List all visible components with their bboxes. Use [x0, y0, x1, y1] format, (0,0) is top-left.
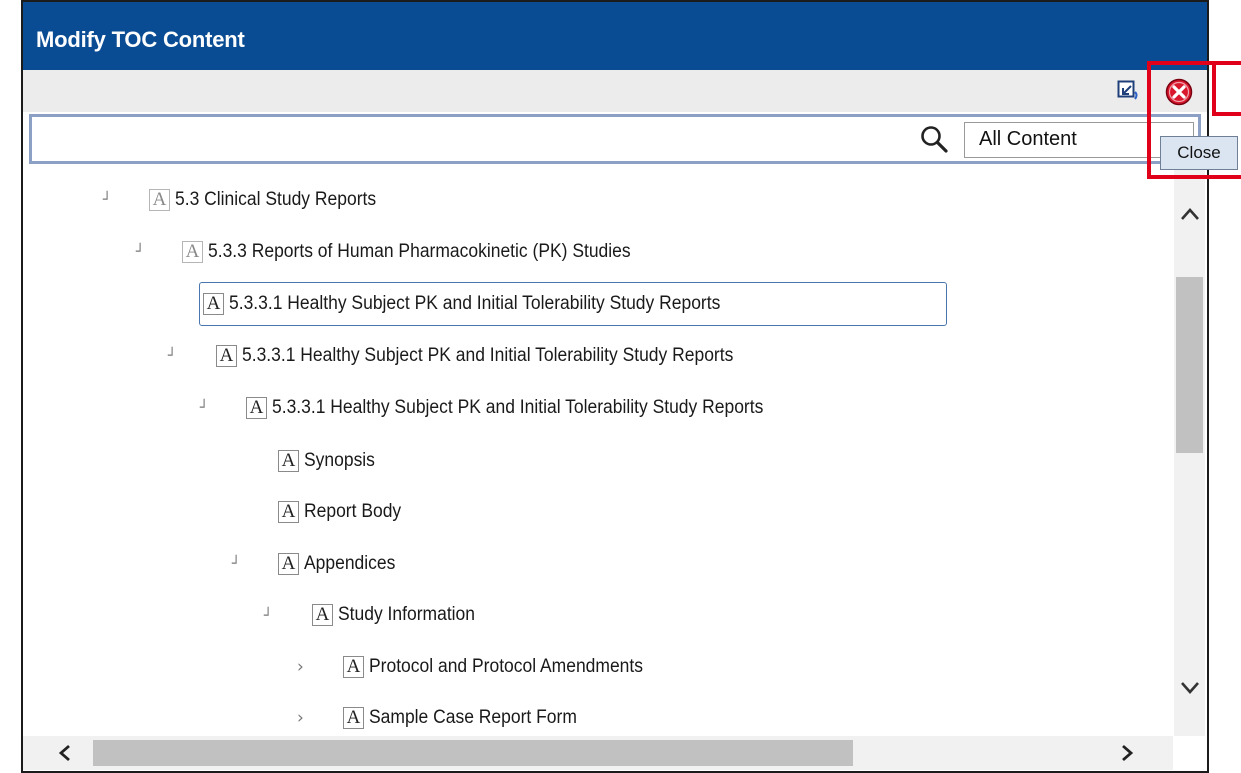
tree-node[interactable]: A Report Body [278, 495, 410, 529]
dialog-toolbar [23, 70, 1207, 112]
node-type-icon: A [216, 345, 237, 367]
tree-node-label: 5.3.3.1 Healthy Subject PK and Initial T… [229, 293, 721, 314]
vertical-scroll-thumb[interactable] [1176, 277, 1203, 453]
vertical-scrollbar[interactable] [1174, 170, 1205, 736]
tree-node[interactable]: A Protocol and Protocol Amendments [343, 650, 667, 684]
tree-node-selected[interactable]: A 5.3.3.1 Healthy Subject PK and Initial… [199, 282, 947, 326]
node-type-icon: A [343, 656, 364, 678]
collapsed-chevron-icon[interactable]: › [297, 657, 304, 677]
tree-node[interactable]: A Sample Case Report Form [343, 701, 595, 735]
search-input[interactable] [32, 117, 912, 161]
expanded-twisty-icon[interactable]: ┘ [136, 244, 144, 260]
expanded-twisty-icon[interactable]: ┘ [200, 400, 208, 416]
horizontal-scrollbar[interactable] [23, 736, 1173, 770]
scroll-up-icon[interactable] [1179, 204, 1201, 224]
close-tooltip: Close [1160, 136, 1238, 170]
tree-node-label: Report Body [304, 501, 402, 522]
expanded-twisty-icon[interactable]: ┘ [232, 556, 240, 572]
tree-node[interactable]: A Study Information [312, 598, 487, 632]
node-type-icon: A [278, 553, 299, 575]
annotation-highlight-pointer [1212, 112, 1241, 116]
scroll-left-icon[interactable] [55, 743, 75, 763]
node-type-icon: A [278, 501, 299, 523]
expanded-twisty-icon[interactable]: ┘ [103, 192, 111, 208]
tree-node[interactable]: A Synopsis [278, 444, 381, 478]
modify-toc-dialog: Modify TOC Content All Content ┘ A 5.3 C… [21, 0, 1209, 773]
tree-node-label: 5.3.3 Reports of Human Pharmacokinetic (… [208, 241, 631, 262]
node-type-icon: A [343, 707, 364, 729]
background-page-edge [0, 0, 22, 773]
tree-node-label: 5.3 Clinical Study Reports [175, 189, 377, 210]
node-type-icon: A [246, 397, 267, 419]
node-type-icon: A [203, 293, 224, 315]
scroll-down-icon[interactable] [1179, 678, 1201, 698]
search-bar: All Content [29, 114, 1201, 164]
tree-node-label: Protocol and Protocol Amendments [369, 656, 644, 677]
tree-node-label: 5.3.3.1 Healthy Subject PK and Initial T… [272, 397, 764, 418]
tree-node[interactable]: A 5.3.3.1 Healthy Subject PK and Initial… [246, 391, 806, 425]
restore-window-icon[interactable] [1117, 80, 1139, 102]
tree-node[interactable]: A 5.3.3.1 Healthy Subject PK and Initial… [216, 339, 776, 373]
horizontal-scroll-thumb[interactable] [93, 740, 853, 766]
tree-node-label: Study Information [338, 604, 476, 625]
tree-node[interactable]: A Appendices [278, 547, 403, 581]
annotation-highlight-edge [1212, 61, 1216, 116]
dialog-title: Modify TOC Content [36, 27, 245, 52]
expanded-twisty-icon[interactable]: ┘ [168, 348, 176, 364]
tree-node[interactable]: A 5.3.3 Reports of Human Pharmacokinetic… [182, 235, 667, 269]
content-filter-value: All Content [979, 128, 1077, 150]
tree-node-label: Appendices [304, 553, 396, 574]
tree-node[interactable]: A 5.3 Clinical Study Reports [149, 183, 394, 217]
node-type-icon: A [278, 450, 299, 472]
tree-node-label: 5.3.3.1 Healthy Subject PK and Initial T… [242, 345, 734, 366]
screen: Modify TOC Content All Content ┘ A 5.3 C… [0, 0, 1241, 773]
node-type-icon: A [149, 189, 170, 211]
node-type-icon: A [182, 241, 203, 263]
dialog-titlebar[interactable]: Modify TOC Content [23, 2, 1207, 70]
collapsed-chevron-icon[interactable]: › [297, 708, 304, 728]
tree-node-label: Synopsis [304, 450, 375, 471]
expanded-twisty-icon[interactable]: ┘ [264, 608, 272, 624]
node-type-icon: A [312, 604, 333, 626]
toc-tree: ┘ A 5.3 Clinical Study Reports ┘ A 5.3.3… [23, 170, 1173, 736]
scroll-right-icon[interactable] [1117, 743, 1137, 763]
tree-node-label: Sample Case Report Form [369, 707, 577, 728]
search-icon[interactable] [919, 124, 949, 154]
